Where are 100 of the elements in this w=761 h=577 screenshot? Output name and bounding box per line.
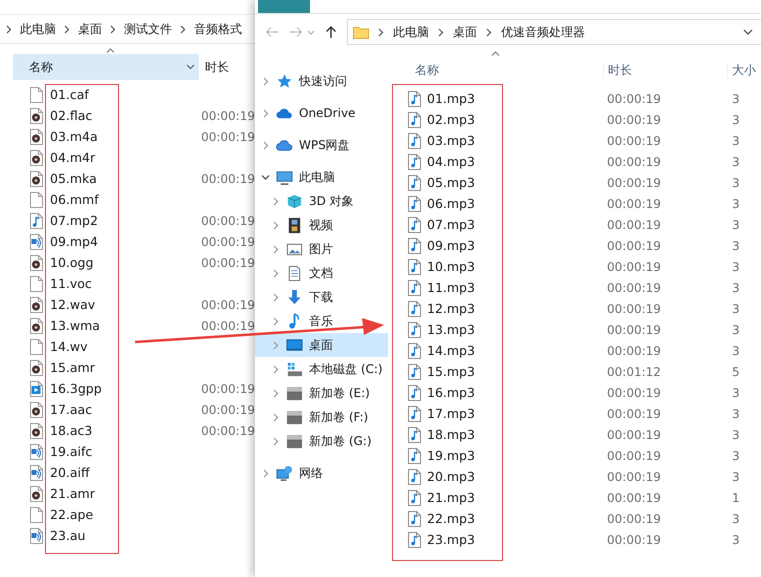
music-file-icon [408,510,421,526]
file-name[interactable]: 19.aifc [43,444,203,459]
file-name[interactable]: 21.mp3 [421,490,607,505]
file-name[interactable]: 17.mp3 [421,406,607,421]
file-name[interactable]: 18.mp3 [421,427,607,442]
breadcrumb-item[interactable]: 此电脑 [393,24,429,40]
file-name[interactable]: 05.mka [43,171,202,186]
breadcrumb-item[interactable]: 桌面 [453,24,477,40]
file-name[interactable]: 05.mp3 [421,175,607,190]
table-cell: 3 [732,134,740,148]
nav-item[interactable]: 下载 [255,285,388,309]
file-name[interactable]: 11.voc [43,276,203,291]
column-header[interactable]: 时长 [199,54,229,80]
breadcrumb-item[interactable]: 优速音频处理器 [501,24,585,40]
nav-item[interactable]: 音乐 [255,309,388,333]
file-name[interactable]: 07.mp2 [43,213,202,228]
nav-item[interactable]: WPS网盘 [255,133,388,157]
table-cell: 3 [732,302,740,316]
file-name[interactable]: 06.mmf [43,192,203,207]
file-name[interactable]: 10.ogg [43,255,202,270]
music-file-icon [408,196,421,212]
file-name[interactable]: 15.mp3 [421,364,607,379]
up-arrow-icon[interactable] [325,25,337,39]
file-name[interactable]: 09.mp4 [43,234,202,249]
recent-dropdown-icon[interactable] [307,30,315,34]
file-name[interactable]: 12.mp3 [421,301,607,316]
nav-item[interactable]: 视频 [255,213,388,237]
nav-item[interactable]: 桌面 [255,333,388,357]
table-cell: 3 [732,112,740,126]
nav-item[interactable]: 文档 [255,261,388,285]
file-name[interactable]: 19.mp3 [421,448,607,463]
file-name[interactable]: 02.flac [43,108,202,123]
nav-item[interactable]: 图片 [255,237,388,261]
file-name[interactable]: 03.mp3 [421,133,607,148]
nav-item[interactable]: 新加卷 (G:) [255,429,388,453]
file-name[interactable]: 13.wma [43,318,202,333]
file-name[interactable]: 03.m4a [43,129,202,144]
file-name[interactable]: 16.mp3 [421,385,607,400]
nav-item[interactable]: 3D 对象 [255,189,388,213]
file-name[interactable]: 04.mp3 [421,154,607,169]
column-header[interactable]: 名称 [388,62,604,78]
file-name[interactable]: 02.mp3 [421,112,607,127]
duration-cell-text: 00:00:19 [607,490,662,504]
nav-item[interactable]: 本地磁盘 (C:) [255,357,388,381]
duration-cell-text: 00:00:19 [607,406,662,420]
breadcrumb-item[interactable]: 桌面 [78,20,102,38]
breadcrumb-item[interactable]: 此电脑 [20,20,56,38]
file-name[interactable]: 09.mp3 [421,238,607,253]
address-bar[interactable]: 此电脑 桌面 优速音频处理器 [347,19,761,45]
file-name[interactable]: 12.wav [43,297,202,312]
breadcrumb-item[interactable]: 测试文件 [124,20,172,38]
file-name[interactable]: 06.mp3 [421,196,607,211]
chevron-right-icon [438,28,444,36]
duration-cell-text: 00:00:19 [607,238,662,252]
music-file-icon [408,468,421,484]
forward-arrow-icon[interactable] [289,26,303,38]
music-file-icon [408,216,421,232]
file-name[interactable]: 21.amr [43,486,203,501]
music-file-icon [408,406,421,422]
file-name[interactable]: 13.mp3 [421,322,607,337]
music-file-icon [408,280,421,296]
nav-item[interactable]: 此电脑 [255,165,388,189]
back-arrow-icon[interactable] [265,26,279,38]
column-header[interactable]: 名称 [13,54,199,80]
file-name[interactable]: 16.3gpp [43,381,202,396]
file-name[interactable]: 01.caf [43,87,203,102]
duration-cell: 00:00:19 [201,214,255,228]
music-file-icon [408,384,421,400]
nav-item[interactable]: 新加卷 (E:) [255,381,388,405]
nav-item[interactable]: 新加卷 (F:) [255,405,388,429]
file-name[interactable]: 23.mp3 [421,532,607,547]
duration-cell: 00:00:19 [201,172,255,186]
file-name[interactable]: 14.wv [43,339,203,354]
file-name[interactable]: 07.mp3 [421,217,607,232]
file-name[interactable]: 18.ac3 [43,423,202,438]
file-name[interactable]: 22.mp3 [421,511,607,526]
nav-item[interactable]: 网络 [255,461,388,485]
nav-item[interactable]: 快速访问 [255,69,388,93]
file-name[interactable]: 04.m4r [43,150,203,165]
file-name[interactable]: 20.mp3 [421,469,607,484]
file-name[interactable]: 14.mp3 [421,343,607,358]
duration-cell-text: 00:00:19 [607,154,662,168]
duration-cell: 00:00:19 [201,318,255,332]
column-header[interactable]: 时长 [604,62,728,78]
expand-chevron-icon[interactable] [261,172,270,182]
column-header[interactable]: 大小 [728,62,756,78]
duration-cell: 00:00:19 [201,108,255,122]
sort-caret-icon [106,48,115,53]
nav-item[interactable]: OneDrive [255,101,388,125]
file-name[interactable]: 01.mp3 [421,91,607,106]
file-name[interactable]: 11.mp3 [421,280,607,295]
file-name[interactable]: 15.amr [43,360,203,375]
file-name[interactable]: 17.aac [43,402,202,417]
breadcrumb-item[interactable]: 音频格式 [194,20,242,38]
dropdown-chevron-icon[interactable] [186,64,195,70]
file-name[interactable]: 23.au [43,528,203,543]
dropdown-chevron-icon[interactable] [743,29,753,35]
file-name[interactable]: 10.mp3 [421,259,607,274]
file-name[interactable]: 20.aiff [43,465,203,480]
file-name[interactable]: 22.ape [43,507,203,522]
